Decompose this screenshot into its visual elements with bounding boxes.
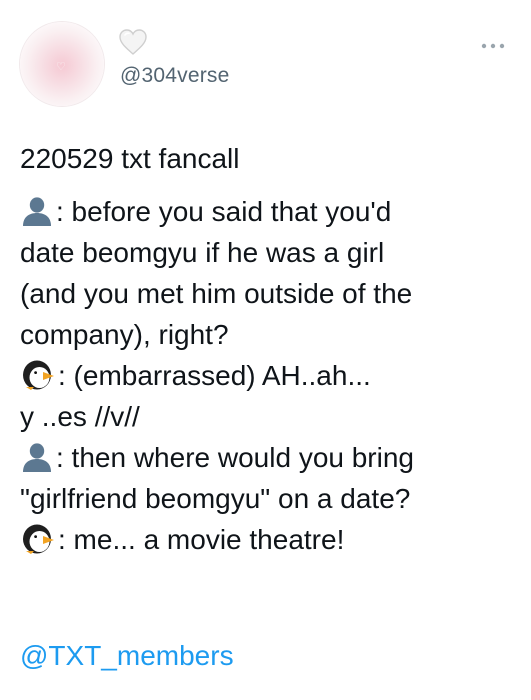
avatar-heart-icon: ♡	[56, 60, 66, 73]
tweet-line-text: : before you said that you'd	[56, 196, 392, 227]
tweet-header: ♡ @304verse	[0, 0, 531, 110]
tweet-line: company), right?	[20, 314, 520, 355]
tweet-line: : (embarrassed) AH..ah...	[20, 355, 520, 396]
author-handle[interactable]: @304verse	[120, 64, 230, 88]
avatar[interactable]: ♡	[20, 22, 104, 106]
tweet-line-text: y ..es //v//	[20, 401, 140, 432]
penguin-icon	[20, 521, 56, 566]
tweet-line-text: company), right?	[20, 319, 229, 350]
tweet-line-text: (and you met him outside of the	[20, 278, 413, 309]
tweet-line: y ..es //v//	[20, 396, 520, 437]
mention-link[interactable]: @TXT_members	[20, 640, 234, 672]
tweet-text: 220529 txt fancall : before you said tha…	[20, 138, 520, 560]
tweet-line: date beomgyu if he was a girl	[20, 232, 520, 273]
tweet-line-text: : then where would you bring	[56, 442, 414, 473]
tweet-line-text: date beomgyu if he was a girl	[20, 237, 385, 268]
tweet-line-text: : (embarrassed) AH..ah...	[58, 360, 371, 391]
tweet-line: : then where would you bring	[20, 437, 520, 478]
tweet-date-line: 220529 txt fancall	[20, 143, 240, 174]
tweet-line: : before you said that you'd	[20, 191, 520, 232]
tweet-line-text: : me... a movie theatre!	[58, 524, 345, 555]
more-dots-icon[interactable]	[480, 42, 506, 50]
tweet-lines: : before you said that you'd date beomgyu…	[20, 191, 520, 560]
white-heart-icon	[119, 29, 147, 55]
tweet-line: "girlfriend beomgyu" on a date?	[20, 478, 520, 519]
tweet-line: : me... a movie theatre!	[20, 519, 520, 560]
tweet-line-text: "girlfriend beomgyu" on a date?	[20, 483, 411, 514]
tweet-line: (and you met him outside of the	[20, 273, 520, 314]
